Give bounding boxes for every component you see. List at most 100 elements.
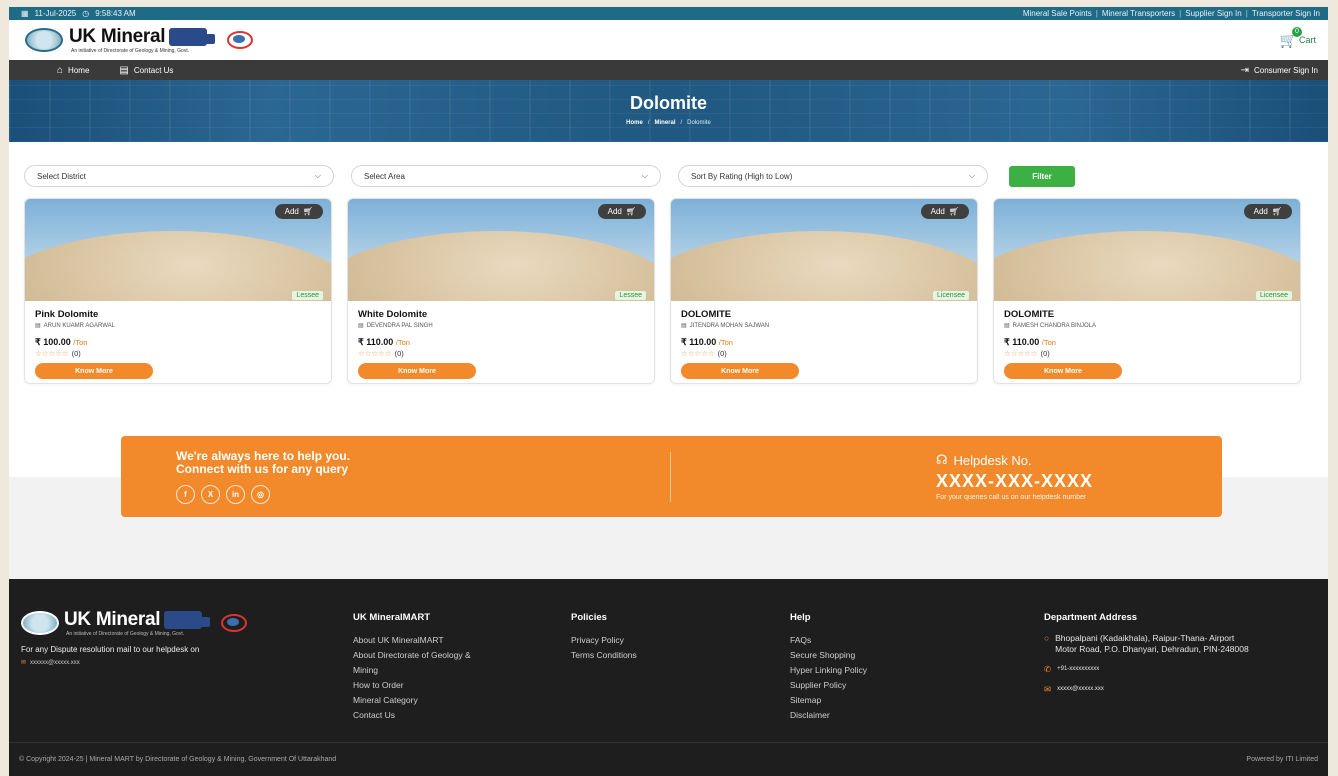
price-unit: /Ton xyxy=(718,338,733,347)
chevron-down-icon: ⌵ xyxy=(641,171,648,180)
footer-link-privacy[interactable]: Privacy Policy xyxy=(571,633,637,648)
breadcrumb-mineral[interactable]: Mineral xyxy=(654,120,675,126)
instagram-icon[interactable]: ◎ xyxy=(251,484,270,504)
social-links: f X in ◎ xyxy=(176,484,670,504)
sort-select[interactable]: Sort By Rating (High to Low) ⌵ xyxy=(678,165,988,187)
footer-link-secure-shopping[interactable]: Secure Shopping xyxy=(790,648,867,663)
x-twitter-icon[interactable]: X xyxy=(201,484,220,504)
dispute-email[interactable]: xxxxxx@xxxxx.xxx xyxy=(30,660,80,666)
nav-contact-label: Contact Us xyxy=(133,65,174,75)
supplier-name: RAMESH CHANDRA BINJOLA xyxy=(1012,322,1097,329)
footer-link-sitemap[interactable]: Sitemap xyxy=(790,693,867,708)
product-card: Add 🛒︎ Lessee Pink Dolomite ▤ ARUN KUAMR A… xyxy=(24,198,332,384)
mail-icon: ✉ xyxy=(1044,684,1052,694)
site-logo[interactable]: UK Mineral An initiative of Directorate … xyxy=(25,26,254,54)
building-icon: ▤ xyxy=(1004,323,1010,329)
know-more-button[interactable]: Know More xyxy=(1004,363,1122,379)
facebook-icon[interactable]: f xyxy=(176,484,195,504)
rating-stars-icon: ☆☆☆☆☆ xyxy=(681,349,715,358)
license-type-badge: Licensee xyxy=(932,291,969,300)
product-image: Add 🛒︎ xyxy=(671,199,977,301)
headset-icon: ☊ xyxy=(936,452,948,467)
rating-count: (0) xyxy=(394,349,404,358)
know-more-button[interactable]: Know More xyxy=(358,363,476,379)
footer-link-faqs[interactable]: FAQs xyxy=(790,633,867,648)
rating-stars-icon: ☆☆☆☆☆ xyxy=(35,349,69,358)
footer-link-about-directorate[interactable]: About Directorate of Geology & xyxy=(353,648,471,663)
add-to-cart-button[interactable]: Add 🛒︎ xyxy=(920,204,969,219)
truck-icon xyxy=(164,611,211,629)
link-mineral-sale-points[interactable]: Mineral Sale Points xyxy=(1023,9,1092,18)
add-to-cart-button[interactable]: Add 🛒︎ xyxy=(1243,204,1292,219)
brand-tagline: An initiative of Directorate of Geology … xyxy=(71,48,190,54)
district-select[interactable]: Select District ⌵ xyxy=(24,165,334,187)
add-label: Add xyxy=(284,207,299,216)
price-unit: /Ton xyxy=(1041,338,1056,347)
rating-count: (0) xyxy=(71,349,81,358)
area-select[interactable]: Select Area ⌵ xyxy=(351,165,661,187)
footer-col-policies: Policies Privacy Policy Terms Conditions xyxy=(571,612,637,663)
help-heading-line2: Connect with us for any query xyxy=(176,461,349,476)
know-more-button[interactable]: Know More xyxy=(35,363,153,379)
footer-link-hyperlinking[interactable]: Hyper Linking Policy xyxy=(790,663,867,678)
price-unit: /Ton xyxy=(73,338,88,347)
help-heading-line1: We're always here to help you. xyxy=(176,448,351,463)
current-time: 9:58:43 AM xyxy=(95,9,136,18)
link-transporter-sign-in[interactable]: Transporter Sign In xyxy=(1252,9,1320,18)
linkedin-icon[interactable]: in xyxy=(226,484,245,504)
header: UK Mineral An initiative of Directorate … xyxy=(9,20,1328,60)
address-line-2: Motor Road, P.O. Dhanyari, Dehradun, PIN… xyxy=(1055,644,1249,654)
powered-by-text: Powered by ITI Limited xyxy=(1246,756,1318,763)
footer-brand-tagline: An initiative of Directorate of Geology … xyxy=(66,631,185,637)
helpdesk-number: XXXX-XXX-XXXX xyxy=(936,471,1094,491)
add-label: Add xyxy=(1253,207,1268,216)
link-mineral-transporters[interactable]: Mineral Transporters xyxy=(1102,9,1175,18)
filter-button[interactable]: Filter xyxy=(1009,165,1075,187)
consumer-sign-in[interactable]: ⇥ Consumer Sign In xyxy=(1241,65,1318,76)
footer-logo[interactable]: UK Mineral An initiative of Directorate … xyxy=(21,609,248,637)
breadcrumb-current: Dolomite xyxy=(687,119,711,126)
cart-icon: 🛒 0 xyxy=(1280,26,1302,49)
footer-bottom-bar: © Copyright 2024-25 | Mineral MART by Di… xyxy=(9,742,1328,776)
nav-home[interactable]: ⌂ Home xyxy=(57,65,89,76)
truck-icon xyxy=(169,28,216,46)
product-title[interactable]: White Dolomite xyxy=(358,309,644,320)
footer-col-title: Policies xyxy=(571,612,607,623)
cart-button[interactable]: 🛒 0 Cart xyxy=(1280,26,1316,49)
license-type-badge: Lessee xyxy=(615,291,646,300)
footer-link-supplier-policy[interactable]: Supplier Policy xyxy=(790,678,867,693)
product-title[interactable]: DOLOMITE xyxy=(681,309,967,320)
helpdesk-title: Helpdesk No. xyxy=(953,452,1032,468)
footer-link-how-to-order[interactable]: How to Order xyxy=(353,678,471,693)
footer-link-contact[interactable]: Contact Us xyxy=(353,708,471,723)
address-phone[interactable]: +91-xxxxxxxxxx xyxy=(1057,664,1099,675)
know-more-button[interactable]: Know More xyxy=(681,363,799,379)
product-title[interactable]: Pink Dolomite xyxy=(35,309,321,320)
footer-link-about-directorate-cont[interactable]: Mining xyxy=(353,663,471,678)
link-supplier-sign-in[interactable]: Supplier Sign In xyxy=(1185,9,1241,18)
building-icon: ▤ xyxy=(681,323,687,329)
add-to-cart-button[interactable]: Add 🛒︎ xyxy=(274,204,323,219)
rating-count: (0) xyxy=(1040,349,1050,358)
breadcrumb-home[interactable]: Home xyxy=(626,120,643,126)
area-select-value: Select Area xyxy=(364,171,405,181)
footer-link-about[interactable]: About UK MineralMART xyxy=(353,633,471,648)
footer-link-disclaimer[interactable]: Disclaimer xyxy=(790,708,867,723)
chevron-down-icon: ⌵ xyxy=(314,171,321,180)
product-image: Add 🛒︎ xyxy=(25,199,331,301)
breadcrumb: Home / Mineral / Dolomite xyxy=(626,120,711,126)
add-to-cart-button[interactable]: Add 🛒︎ xyxy=(597,204,646,219)
footer-link-terms[interactable]: Terms Conditions xyxy=(571,648,637,663)
brand-name: UK Mineral xyxy=(69,26,166,47)
product-card: Add 🛒︎ Licensee DOLOMITE ▤ JITENDRA MOHAN … xyxy=(670,198,978,384)
building-icon: ▤ xyxy=(358,323,364,329)
separator: | xyxy=(1245,9,1248,18)
nav-contact-us[interactable]: ▤ Contact Us xyxy=(119,65,173,76)
dispute-text: For any Dispute resolution mail to our h… xyxy=(21,645,200,654)
product-image: Add 🛒︎ xyxy=(348,199,654,301)
address-email[interactable]: xxxxx@xxxxx.xxx xyxy=(1057,684,1104,695)
page-title: Dolomite xyxy=(629,92,707,113)
supplier-name: DEVENDRA PAL SINGH xyxy=(366,322,433,329)
product-title[interactable]: DOLOMITE xyxy=(1004,309,1290,320)
footer-link-mineral-category[interactable]: Mineral Category xyxy=(353,693,471,708)
